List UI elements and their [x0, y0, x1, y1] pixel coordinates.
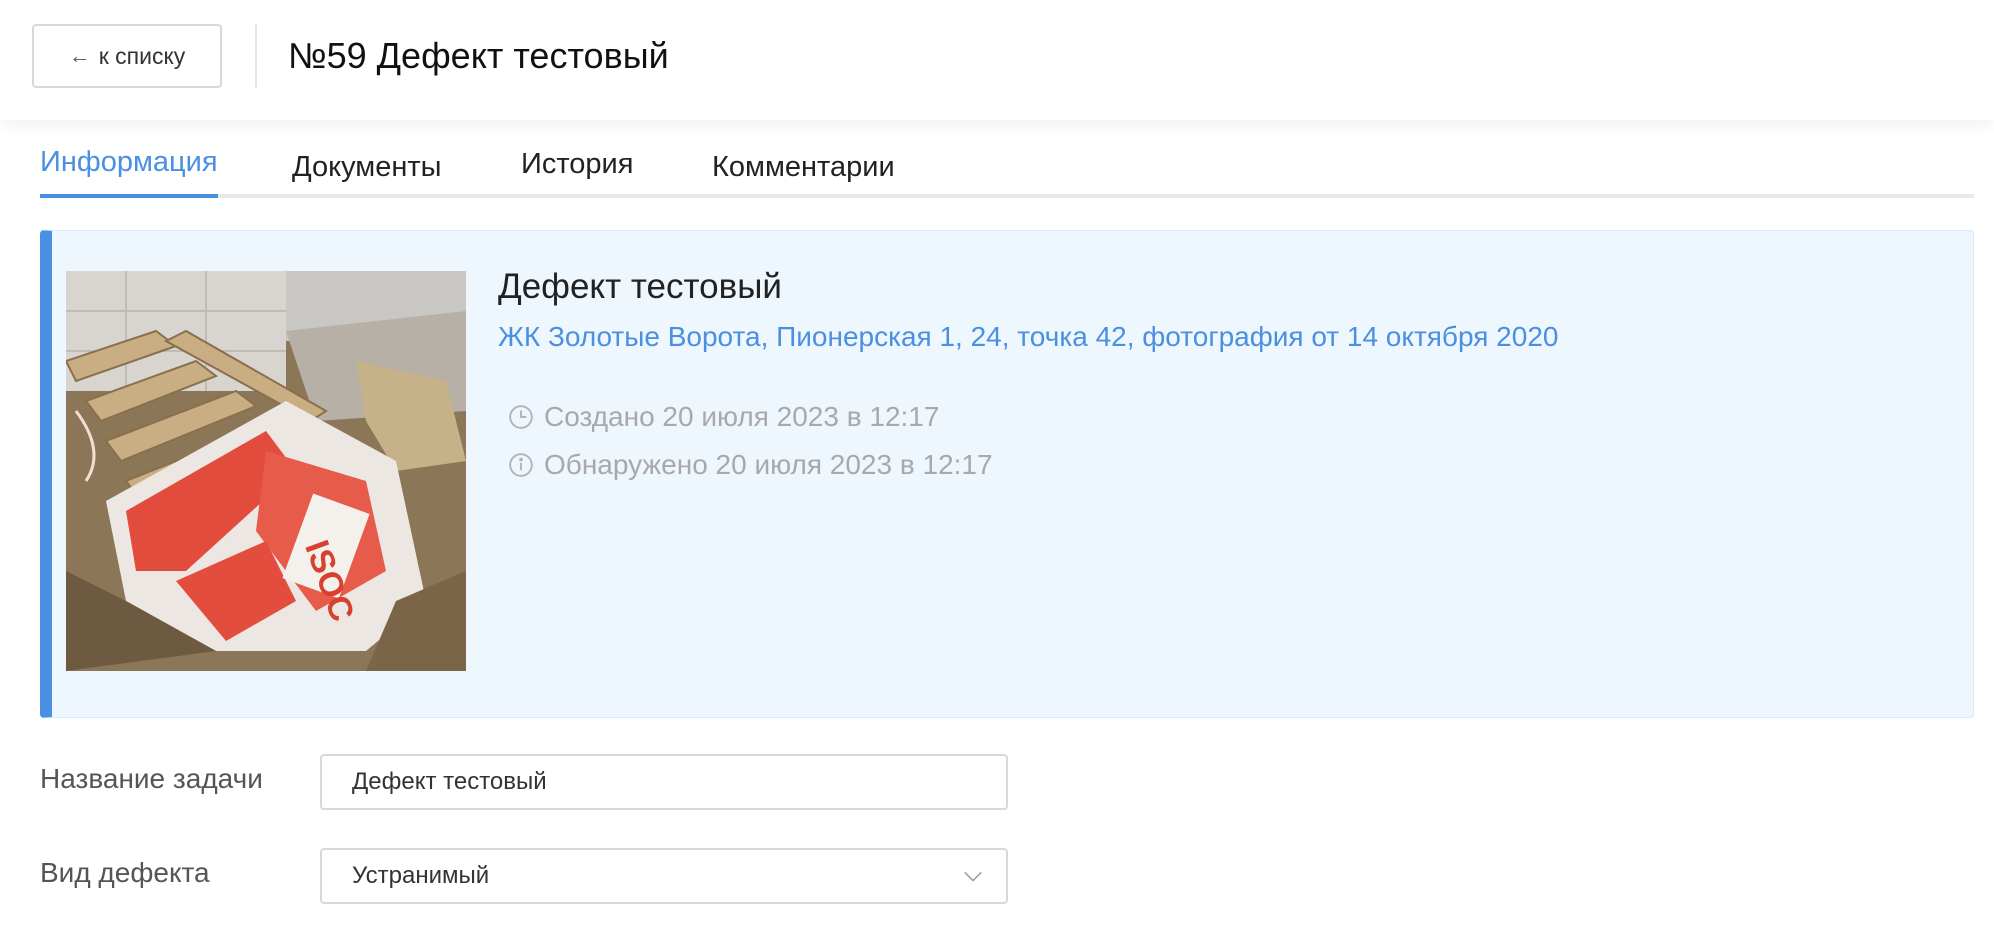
task-name-value: Дефект тестовый	[352, 768, 547, 795]
tab-bar-track	[40, 194, 1974, 198]
header-divider	[255, 24, 257, 88]
info-icon	[509, 453, 533, 477]
defect-type-select[interactable]: Устранимый	[320, 848, 1008, 904]
arrow-left-icon: ←	[68, 43, 91, 68]
location-link[interactable]: ЖК Золотые Ворота, Пионерская 1, 24, точ…	[498, 321, 1558, 353]
tab-comments[interactable]: Комментарии	[712, 145, 895, 189]
detected-row: Обнаружено 20 июля 2023 в 12:17	[508, 449, 993, 481]
created-date: Создано 20 июля 2023 в 12:17	[544, 401, 940, 432]
task-name-field[interactable]: Дефект тестовый	[320, 754, 1008, 810]
page-title: №59 Дефект тестовый	[288, 35, 669, 76]
chevron-down-icon	[964, 871, 982, 882]
tab-bar: Информация Документы История Комментарии	[40, 140, 1974, 198]
tab-information[interactable]: Информация	[40, 140, 218, 198]
defect-info-card: ISOC Дефект тестовый ЖК Золотые Ворота, …	[40, 230, 1974, 718]
defect-title: Дефект тестовый	[498, 267, 782, 306]
back-button-label: к списку	[98, 42, 186, 69]
clock-icon	[509, 405, 533, 429]
defect-type-value: Устранимый	[352, 862, 490, 889]
tab-documents[interactable]: Документы	[292, 145, 442, 189]
page-header: ← к списку №59 Дефект тестовый	[0, 0, 1994, 120]
created-row: Создано 20 июля 2023 в 12:17	[508, 401, 939, 433]
defect-photo[interactable]: ISOC	[66, 271, 466, 671]
detected-date: Обнаружено 20 июля 2023 в 12:17	[544, 449, 993, 480]
back-to-list-button[interactable]: ← к списку	[32, 24, 222, 88]
defect-type-label: Вид дефекта	[40, 857, 210, 888]
task-name-label: Название задачи	[40, 763, 263, 794]
tab-history[interactable]: История	[521, 142, 633, 186]
